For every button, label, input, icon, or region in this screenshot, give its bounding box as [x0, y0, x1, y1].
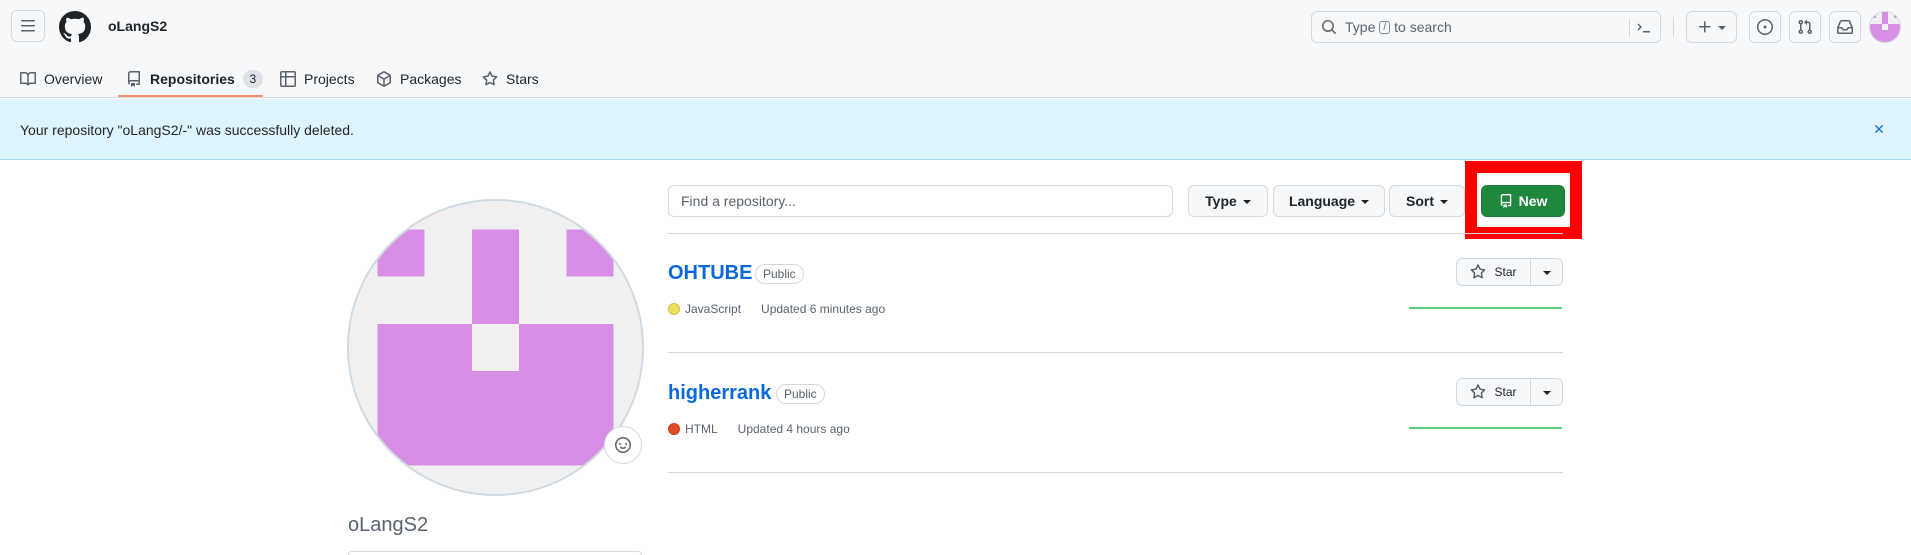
- git-pull-request-icon: [1798, 19, 1813, 35]
- chevron-down-icon: [1542, 271, 1551, 275]
- tab-label: Packages: [400, 71, 462, 87]
- book-icon: [20, 71, 36, 86]
- language-filter-button[interactable]: Language: [1273, 185, 1385, 217]
- flash-notice: Your repository "oLangS2/-" was successf…: [0, 99, 1911, 160]
- star-button-group: Star: [1456, 258, 1563, 286]
- chevron-down-icon: [1361, 200, 1370, 204]
- tab-label: Projects: [304, 71, 355, 87]
- star-label: Star: [1494, 265, 1517, 279]
- list-divider: [668, 233, 1563, 234]
- tab-projects[interactable]: Projects: [272, 60, 363, 98]
- repo-language: JavaScript: [685, 302, 742, 316]
- visibility-badge: Public: [755, 264, 804, 284]
- language-color-dot: [668, 423, 680, 435]
- activity-sparkline: [1409, 427, 1562, 429]
- star-icon: [1471, 384, 1486, 399]
- tab-label: Overview: [44, 71, 103, 87]
- repo-icon: [1500, 194, 1511, 208]
- type-filter-button[interactable]: Type: [1188, 185, 1268, 217]
- edit-profile-button[interactable]: [348, 551, 642, 555]
- repo-meta: JavaScript Updated 6 minutes ago: [668, 302, 885, 316]
- find-repository-input[interactable]: [668, 185, 1173, 217]
- inbox-button[interactable]: [1829, 11, 1861, 43]
- identicon-avatar-icon: [349, 201, 642, 494]
- star-list-dropdown[interactable]: [1531, 378, 1563, 406]
- create-new-button[interactable]: [1686, 11, 1737, 43]
- star-icon: [1471, 264, 1486, 279]
- tab-label: Repositories: [150, 71, 235, 87]
- tab-stars[interactable]: Stars: [474, 60, 547, 98]
- star-button[interactable]: Star: [1456, 258, 1531, 286]
- list-divider: [668, 352, 1563, 353]
- search-hint: Type / to search: [1345, 19, 1452, 35]
- close-icon: [1875, 125, 1883, 133]
- list-divider: [668, 472, 1563, 473]
- hamburger-icon: [21, 20, 35, 32]
- table-icon: [280, 71, 296, 87]
- chevron-down-icon: [1542, 391, 1551, 395]
- repo-icon: [128, 71, 140, 87]
- flash-close-button[interactable]: [1869, 119, 1889, 139]
- header-username-link[interactable]: oLangS2: [108, 18, 167, 34]
- repo-link-higherrank[interactable]: higherrank: [668, 382, 771, 405]
- identicon-avatar-icon: [1870, 12, 1900, 42]
- set-status-button[interactable]: [604, 426, 642, 464]
- github-logo-icon[interactable]: [59, 11, 91, 43]
- flash-message: Your repository "oLangS2/-" was successf…: [20, 122, 354, 138]
- global-search-input[interactable]: Type / to search: [1311, 11, 1661, 43]
- pull-requests-button[interactable]: [1789, 11, 1821, 43]
- smiley-icon: [615, 437, 631, 453]
- sort-label: Sort: [1406, 193, 1434, 209]
- issue-opened-icon: [1757, 19, 1773, 35]
- search-divider: [1629, 19, 1630, 37]
- plus-icon: [1699, 21, 1711, 33]
- repo-link-ohtube[interactable]: OHTUBE: [668, 262, 752, 285]
- repo-updated: Updated 6 minutes ago: [761, 302, 886, 316]
- visibility-badge: Public: [776, 384, 825, 404]
- repo-count-badge: 3: [242, 70, 263, 88]
- global-header: oLangS2 Type / to search Overview Reposi…: [0, 0, 1911, 98]
- inbox-icon: [1837, 20, 1853, 34]
- new-repository-button[interactable]: New: [1481, 185, 1565, 217]
- menu-button[interactable]: [11, 10, 45, 42]
- sort-button[interactable]: Sort: [1389, 185, 1465, 217]
- activity-sparkline: [1409, 307, 1562, 309]
- header-divider: [1673, 17, 1674, 37]
- profile-avatar[interactable]: [347, 199, 644, 496]
- issues-button[interactable]: [1749, 11, 1781, 43]
- chevron-down-icon: [1440, 200, 1448, 204]
- search-icon: [1322, 20, 1337, 35]
- repo-language: HTML: [685, 422, 718, 436]
- repo-updated: Updated 4 hours ago: [737, 422, 850, 436]
- star-button[interactable]: Star: [1456, 378, 1531, 406]
- star-label: Star: [1494, 385, 1517, 399]
- active-tab-indicator: [118, 95, 263, 97]
- tab-packages[interactable]: Packages: [368, 60, 469, 98]
- search-hint-suffix: to search: [1394, 19, 1452, 35]
- tab-repositories[interactable]: Repositories 3: [118, 60, 271, 98]
- star-icon: [482, 71, 498, 86]
- new-button-label: New: [1518, 193, 1548, 209]
- language-color-dot: [668, 303, 680, 315]
- tab-label: Stars: [506, 71, 539, 87]
- language-filter-label: Language: [1288, 193, 1356, 209]
- star-list-dropdown[interactable]: [1531, 258, 1563, 286]
- type-filter-label: Type: [1205, 193, 1237, 209]
- search-hint-prefix: Type: [1345, 19, 1376, 35]
- user-avatar-button[interactable]: [1869, 11, 1901, 43]
- command-palette-icon[interactable]: [1636, 20, 1652, 36]
- search-shortcut-key: /: [1379, 20, 1391, 34]
- star-button-group: Star: [1456, 378, 1563, 406]
- profile-username: oLangS2: [348, 514, 429, 536]
- chevron-down-icon: [1718, 26, 1726, 30]
- tab-overview[interactable]: Overview: [12, 60, 110, 98]
- package-icon: [377, 71, 391, 87]
- repo-meta: HTML Updated 4 hours ago: [668, 422, 850, 436]
- chevron-down-icon: [1242, 200, 1251, 204]
